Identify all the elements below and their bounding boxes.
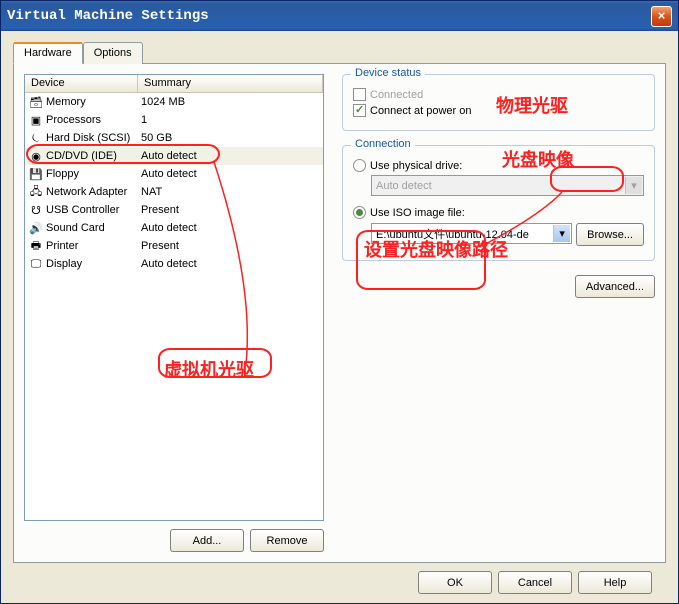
radio-physical-btn[interactable]	[353, 159, 366, 172]
tab-hardware[interactable]: Hardware	[13, 42, 83, 64]
tab-panel-hardware: Device Summary 🗃Memory 1024 MB ▣Processo…	[13, 63, 666, 563]
device-table: Device Summary 🗃Memory 1024 MB ▣Processo…	[24, 74, 324, 521]
add-remove-row: Add... Remove	[24, 529, 324, 552]
col-device[interactable]: Device	[25, 75, 138, 92]
window-title: Virtual Machine Settings	[7, 8, 651, 24]
row-cddvd[interactable]: ◉CD/DVD (IDE) Auto detect	[25, 147, 323, 165]
harddisk-icon: ⏾	[29, 131, 43, 145]
close-button[interactable]: ×	[651, 6, 672, 27]
chk-connected: Connected	[353, 88, 644, 101]
processor-icon: ▣	[29, 113, 43, 127]
tab-strip: Hardware Options	[13, 42, 666, 64]
row-display[interactable]: 🖵Display Auto detect	[25, 255, 323, 273]
network-icon: 🖧	[29, 185, 43, 199]
combo-physical-drive: Auto detect ▾	[371, 175, 644, 196]
usb-icon: ☋	[29, 203, 43, 217]
memory-icon: 🗃	[29, 95, 43, 109]
row-usb[interactable]: ☋USB Controller Present	[25, 201, 323, 219]
combo-iso-path[interactable]: E:\ubuntu文件\ubuntu-12.04-de ▾	[371, 223, 572, 244]
row-memory[interactable]: 🗃Memory 1024 MB	[25, 93, 323, 111]
row-network[interactable]: 🖧Network Adapter NAT	[25, 183, 323, 201]
browse-button[interactable]: Browse...	[576, 223, 644, 246]
floppy-icon: 💾	[29, 167, 43, 181]
row-floppy[interactable]: 💾Floppy Auto detect	[25, 165, 323, 183]
row-harddisk[interactable]: ⏾Hard Disk (SCSI) 50 GB	[25, 129, 323, 147]
cd-icon: ◉	[29, 149, 43, 163]
device-status-title: Device status	[351, 67, 425, 79]
remove-button[interactable]: Remove	[250, 529, 324, 552]
sound-icon: 🔊	[29, 221, 43, 235]
add-button[interactable]: Add...	[170, 529, 244, 552]
titlebar: Virtual Machine Settings ×	[1, 1, 678, 31]
device-settings-pane: Device status Connected Connect at power…	[342, 74, 655, 552]
display-icon: 🖵	[29, 257, 43, 271]
device-list-pane: Device Summary 🗃Memory 1024 MB ▣Processo…	[24, 74, 324, 552]
group-connection: Connection Use physical drive: Auto dete…	[342, 145, 655, 261]
chk-connect-power[interactable]: Connect at power on	[353, 104, 644, 117]
chk-connect-power-box[interactable]	[353, 104, 366, 117]
connection-title: Connection	[351, 138, 415, 150]
row-processors[interactable]: ▣Processors 1	[25, 111, 323, 129]
radio-iso-btn[interactable]	[353, 206, 366, 219]
advanced-row: Advanced...	[342, 275, 655, 298]
combo-physical-arrow: ▾	[625, 177, 642, 194]
iso-row: E:\ubuntu文件\ubuntu-12.04-de ▾ Browse...	[371, 223, 644, 246]
row-printer[interactable]: 🖶Printer Present	[25, 237, 323, 255]
group-device-status: Device status Connected Connect at power…	[342, 74, 655, 131]
row-sound[interactable]: 🔊Sound Card Auto detect	[25, 219, 323, 237]
advanced-button[interactable]: Advanced...	[575, 275, 655, 298]
cancel-button[interactable]: Cancel	[498, 571, 572, 594]
radio-physical[interactable]: Use physical drive:	[353, 159, 644, 172]
help-button[interactable]: Help	[578, 571, 652, 594]
tab-options[interactable]: Options	[83, 42, 143, 64]
device-table-header: Device Summary	[25, 75, 323, 93]
col-summary[interactable]: Summary	[138, 75, 323, 92]
physical-drive-row: Auto detect ▾	[371, 175, 644, 196]
printer-icon: 🖶	[29, 239, 43, 253]
radio-iso[interactable]: Use ISO image file:	[353, 206, 644, 219]
ok-button[interactable]: OK	[418, 571, 492, 594]
vm-settings-window: Virtual Machine Settings × Hardware Opti…	[0, 0, 679, 604]
chk-connected-box	[353, 88, 366, 101]
dialog-footer: OK Cancel Help	[13, 563, 666, 594]
combo-iso-arrow[interactable]: ▾	[553, 225, 570, 242]
